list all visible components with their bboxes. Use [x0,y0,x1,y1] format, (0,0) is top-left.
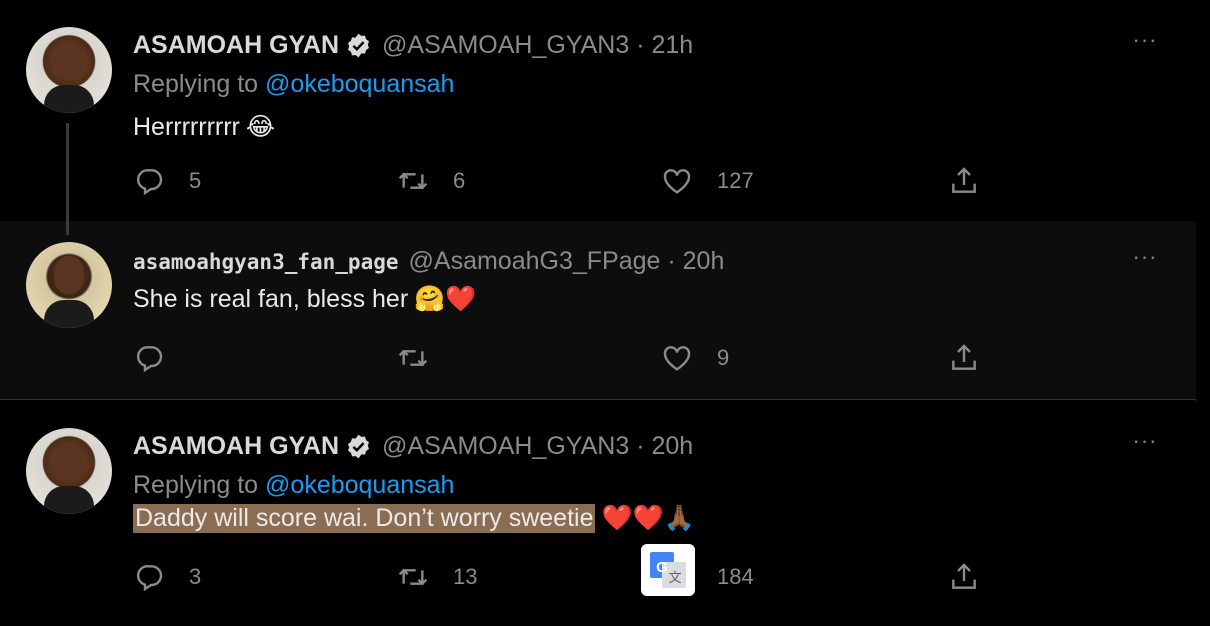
display-name[interactable]: asamoahgyan3_fan_page [133,250,399,274]
like-icon [663,346,691,371]
retweet-button[interactable]: 6 [397,165,465,197]
avatar[interactable] [26,428,112,514]
share-button[interactable] [948,561,980,593]
replying-to: Replying to @okeboquansah [133,70,454,99]
like-icon [663,169,691,194]
mention-link[interactable]: @okeboquansah [265,70,454,98]
retweet-button[interactable] [397,342,453,374]
tweet-text-content: Herrrrrrrrr [133,112,240,141]
verified-icon [348,33,370,58]
emoji: ❤️❤️🙏🏾 [601,504,695,532]
translate-popup[interactable]: G 文 [641,544,695,596]
more-icon[interactable]: ··· [1130,29,1160,54]
retweet-icon [398,568,428,586]
reply-count: 3 [189,564,202,589]
tweet-text-content: She is real fan, bless her [133,285,409,313]
thread-connector [66,123,69,235]
reply-icon [136,565,163,592]
verified-icon [348,434,370,459]
avatar[interactable] [26,242,112,328]
reply-count: 5 [189,168,202,193]
tweet-header: asamoahgyan3_fan_page @AsamoahG3_FPage ·… [133,247,724,276]
tweet[interactable]: ASAMOAH GYAN @ASAMOAH_GYAN3 · 21h ··· Re… [0,0,1196,235]
retweet-icon [398,349,428,367]
share-button[interactable] [948,342,980,374]
tweet-thread: ASAMOAH GYAN @ASAMOAH_GYAN3 · 21h ··· Re… [0,0,1196,626]
share-icon [952,563,976,589]
share-icon [952,167,976,193]
handle-and-time[interactable]: @AsamoahG3_FPage · 20h [409,247,725,276]
retweet-count: 13 [453,564,478,589]
more-icon[interactable]: ··· [1130,246,1160,271]
like-count: 127 [717,168,754,193]
tweet[interactable]: ASAMOAH GYAN @ASAMOAH_GYAN3 · 20h ··· Re… [0,401,1196,626]
replying-to: Replying to @okeboquansah [133,471,454,500]
tweet-text: Herrrrrrrrr 😂 [133,112,275,142]
display-name[interactable]: ASAMOAH GYAN [133,31,339,60]
tweet[interactable]: asamoahgyan3_fan_page @AsamoahG3_FPage ·… [0,221,1196,400]
svg-text:文: 文 [668,571,681,586]
retweet-icon [398,172,428,190]
reply-button[interactable]: 5 [133,165,201,197]
replying-prefix: Replying to [133,471,259,499]
like-button[interactable]: 127 [661,165,754,197]
display-name[interactable]: ASAMOAH GYAN [133,432,339,461]
reply-button[interactable] [133,342,189,374]
like-button[interactable]: 9 [661,342,729,374]
tweet-header: ASAMOAH GYAN @ASAMOAH_GYAN3 · 21h [133,31,693,60]
tweet-header: ASAMOAH GYAN @ASAMOAH_GYAN3 · 20h [133,432,693,461]
svg-text:G: G [656,559,668,576]
reply-icon [136,169,163,196]
retweet-count: 6 [453,168,466,193]
emoji: 😂 [245,113,276,141]
replying-prefix: Replying to [133,70,259,98]
share-button[interactable] [948,165,980,197]
emoji: 🤗❤️ [414,285,477,313]
action-bar: 9 [133,342,993,382]
reply-icon [136,346,163,373]
action-bar: 5 6 127 [133,165,993,205]
tweet-text: She is real fan, bless her 🤗❤️ [133,285,476,314]
google-translate-icon: G 文 [650,552,686,588]
handle-and-time[interactable]: @ASAMOAH_GYAN3 · 21h [382,31,693,60]
mention-link[interactable]: @okeboquansah [265,471,454,499]
avatar[interactable] [26,27,112,113]
tweet-text: Daddy will score wai. Don’t worry sweeti… [133,504,695,533]
reply-button[interactable]: 3 [133,561,201,593]
share-icon [952,344,976,370]
more-icon[interactable]: ··· [1130,430,1160,455]
like-count: 9 [717,345,730,370]
selected-text[interactable]: Daddy will score wai. Don’t worry sweeti… [133,504,596,533]
handle-and-time[interactable]: @ASAMOAH_GYAN3 · 20h [382,432,693,461]
action-bar: 3 13 184 [133,561,993,601]
retweet-button[interactable]: 13 [397,561,477,593]
like-count: 184 [717,564,754,589]
